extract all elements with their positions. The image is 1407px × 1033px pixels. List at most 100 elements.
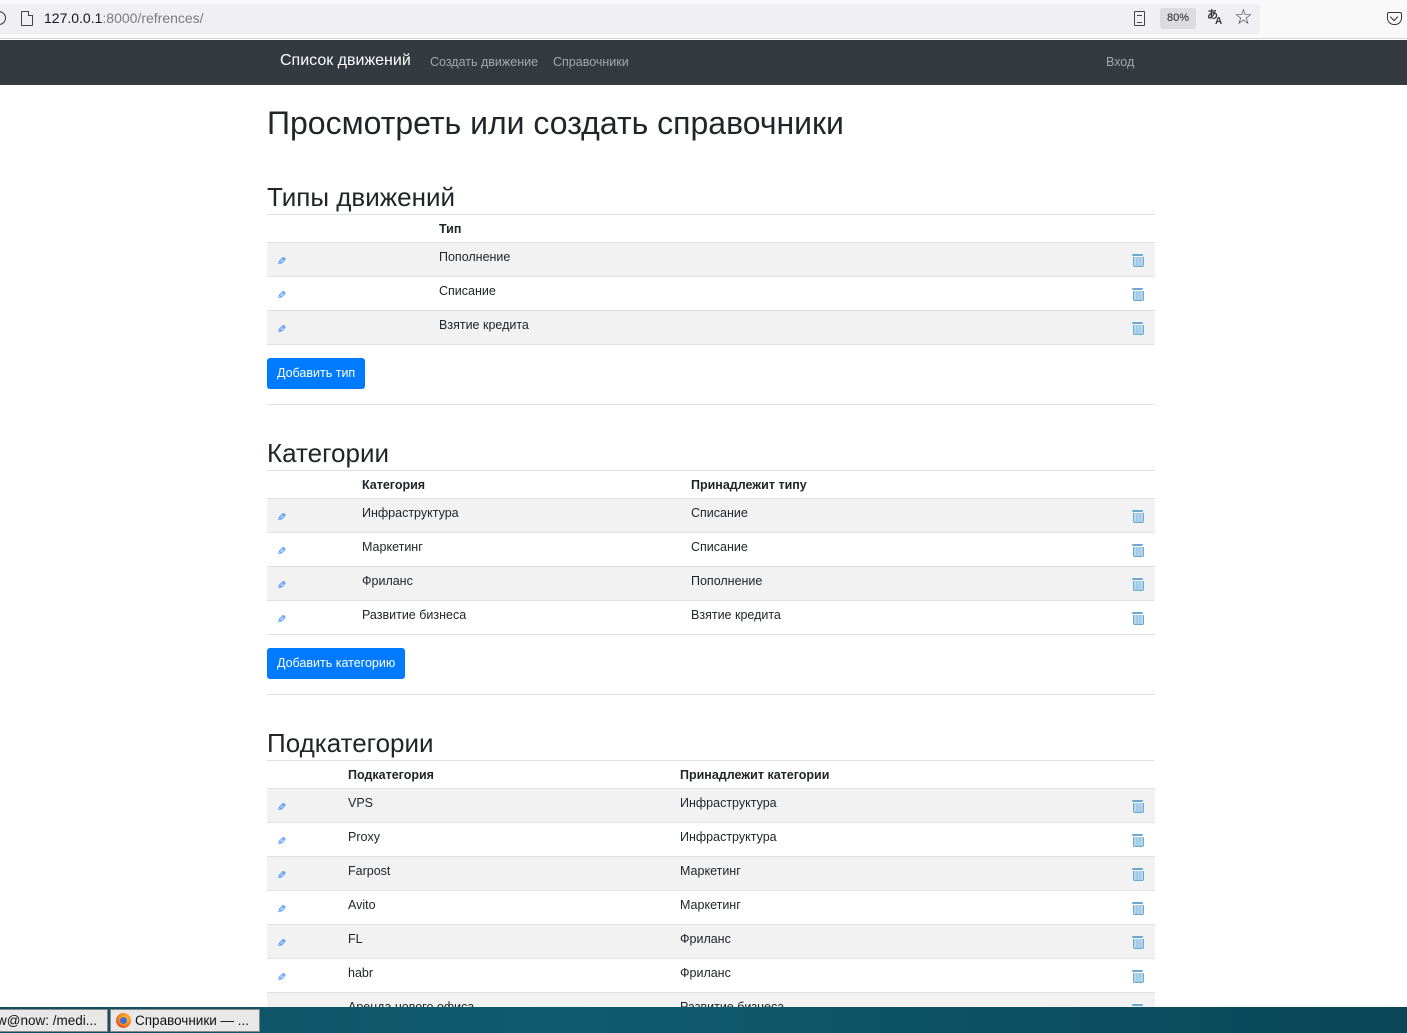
subcategory-name: habr [348, 958, 680, 993]
url-path: :8000/refrences/ [102, 10, 204, 26]
add-category-button[interactable]: Добавить категорию [267, 648, 406, 679]
nav-login[interactable]: Вход [1106, 55, 1134, 69]
page-icon [21, 11, 33, 26]
taskbar-firefox-label: Справочники — ... [135, 1013, 250, 1028]
category-type: Взятие кредита [691, 600, 1095, 635]
category-name: Развитие бизнеса [362, 600, 691, 635]
pencil-icon[interactable]: ✎ [277, 937, 286, 950]
divider [267, 694, 1155, 695]
edit-cell: ✎ [267, 890, 348, 925]
category-type: Списание [691, 532, 1095, 567]
subcategory-name: Farpost [348, 856, 680, 891]
subcategory-category: Инфраструктура [680, 822, 1095, 857]
pencil-icon[interactable]: ✎ [277, 289, 286, 302]
edit-cell: ✎ [267, 310, 439, 345]
add-type-button[interactable]: Добавить тип [267, 358, 366, 389]
pencil-icon[interactable]: ✎ [277, 255, 286, 268]
delete-cell [1095, 924, 1155, 959]
header-type: Тип [439, 214, 1095, 243]
table-row: ✎ Развитие бизнеса Взятие кредита [267, 600, 1155, 635]
type-name: Списание [439, 276, 1095, 311]
trash-icon[interactable] [1132, 902, 1144, 915]
header-category: Категория [362, 470, 691, 499]
pencil-icon[interactable]: ✎ [277, 323, 286, 336]
delete-cell [1095, 822, 1155, 857]
trash-icon[interactable] [1132, 800, 1144, 813]
pencil-icon[interactable]: ✎ [277, 835, 286, 848]
trash-icon[interactable] [1132, 612, 1144, 625]
table-row: ✎ Farpost Маркетинг [267, 856, 1155, 891]
pencil-icon[interactable]: ✎ [277, 801, 286, 814]
trash-icon[interactable] [1132, 578, 1144, 591]
trash-icon[interactable] [1132, 834, 1144, 847]
table-row: ✎ Взятие кредита [267, 310, 1155, 345]
edit-cell: ✎ [267, 276, 439, 311]
pencil-icon[interactable]: ✎ [277, 511, 286, 524]
subcategory-category: Фриланс [680, 958, 1095, 993]
trash-icon[interactable] [1132, 288, 1144, 301]
bookmark-star-icon[interactable]: ☆ [1234, 6, 1253, 30]
translate-icon[interactable]: あA [1207, 9, 1224, 27]
subcategory-category: Фриланс [680, 924, 1095, 959]
url-host: 127.0.0.1 [44, 10, 103, 26]
table-row: ✎ Proxy Инфраструктура [267, 822, 1155, 857]
pencil-icon[interactable]: ✎ [277, 869, 286, 882]
category-type: Пополнение [691, 566, 1095, 601]
subcategories-section: Подкатегории Подкатегория Принадлежит ка… [267, 726, 1155, 1027]
categories-heading: Категории [267, 438, 389, 468]
delete-cell [1095, 310, 1155, 345]
pencil-icon[interactable]: ✎ [277, 613, 286, 626]
category-type: Списание [691, 498, 1095, 533]
reader-view-icon[interactable] [1134, 11, 1145, 26]
pencil-icon[interactable]: ✎ [277, 545, 286, 558]
trash-icon[interactable] [1132, 970, 1144, 983]
taskbar-terminal[interactable]: w@now: /medi... [0, 1009, 108, 1032]
header-delete [1095, 470, 1155, 499]
delete-cell [1095, 958, 1155, 993]
trash-icon[interactable] [1132, 322, 1144, 335]
table-row: ✎ Avito Маркетинг [267, 890, 1155, 925]
firefox-icon [116, 1013, 131, 1028]
subcategories-heading: Подкатегории [267, 728, 434, 758]
edit-cell: ✎ [267, 856, 348, 891]
edit-cell: ✎ [267, 498, 362, 533]
edit-cell: ✎ [267, 242, 439, 277]
table-row: ✎ Инфраструктура Списание [267, 498, 1155, 533]
types-header-row: Тип [267, 214, 1155, 243]
pencil-icon[interactable]: ✎ [277, 903, 286, 916]
header-belongs-category: Принадлежит категории [680, 760, 1095, 789]
zoom-indicator[interactable]: 80% [1160, 8, 1196, 29]
subcategory-name: Proxy [348, 822, 680, 857]
trash-icon[interactable] [1132, 868, 1144, 881]
types-table: Тип ✎ Пополнение ✎ Списание ✎ Взятие кредита [267, 214, 1155, 345]
delete-cell [1095, 276, 1155, 311]
header-edit [267, 214, 439, 243]
taskbar: w@now: /medi... Справочники — ... [0, 1007, 1407, 1033]
table-row: ✎ Списание [267, 276, 1155, 311]
types-section: Типы движений Тип ✎ Пополнение ✎ Списание ✎ В… [267, 180, 1155, 389]
categories-section: Категории Категория Принадлежит типу ✎ Ин… [267, 436, 1155, 679]
table-row: ✎ FL Фриланс [267, 924, 1155, 959]
trash-icon[interactable] [1132, 254, 1144, 267]
pocket-icon[interactable] [1387, 12, 1402, 25]
taskbar-firefox[interactable]: Справочники — ... [110, 1009, 260, 1032]
trash-icon[interactable] [1132, 510, 1144, 523]
trash-icon[interactable] [1132, 544, 1144, 557]
pencil-icon[interactable]: ✎ [277, 971, 286, 984]
divider [267, 404, 1155, 405]
table-row: ✎ Пополнение [267, 242, 1155, 277]
trash-icon[interactable] [1132, 936, 1144, 949]
edit-cell: ✎ [267, 788, 348, 823]
navbar-brand[interactable]: Список движений [280, 52, 411, 70]
pencil-icon[interactable]: ✎ [277, 579, 286, 592]
subcategories-table: Подкатегория Принадлежит категории ✎ VPS И… [267, 760, 1155, 1027]
table-row: ✎ Маркетинг Списание [267, 532, 1155, 567]
category-name: Фриланс [362, 566, 691, 601]
nav-create-movement[interactable]: Создать движение [430, 55, 538, 69]
nav-references[interactable]: Справочники [553, 55, 629, 69]
edit-cell: ✎ [267, 958, 348, 993]
edit-cell: ✎ [267, 924, 348, 959]
subcategory-category: Маркетинг [680, 856, 1095, 891]
categories-header-row: Категория Принадлежит типу [267, 470, 1155, 499]
url-text[interactable]: 127.0.0.1:8000/refrences/ [44, 10, 204, 26]
